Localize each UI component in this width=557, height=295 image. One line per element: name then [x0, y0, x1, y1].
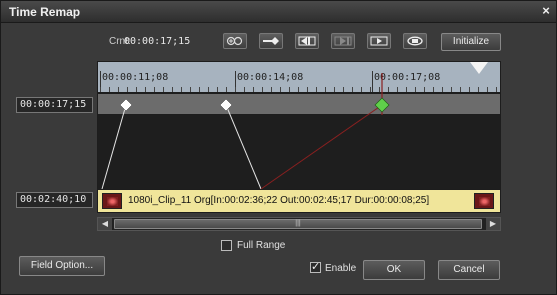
- horizontal-scrollbar[interactable]: ◀ ||| ▶: [97, 217, 501, 231]
- field-option-button[interactable]: Field Option...: [19, 256, 105, 276]
- clip-out-thumbnail: [474, 193, 494, 209]
- enable-checkbox[interactable]: [310, 260, 321, 273]
- remap-curve-segment: [101, 104, 127, 190]
- clip-in-thumbnail: [102, 193, 122, 209]
- scroll-left-icon[interactable]: ◀: [98, 218, 112, 230]
- scrollbar-thumb[interactable]: |||: [114, 219, 482, 229]
- time-remap-dialog: Time Remap × Crnt: 00:00:17;15 Initializ…: [0, 0, 557, 295]
- selected-keyframe-marker[interactable]: [374, 97, 390, 113]
- scroll-right-icon[interactable]: ▶: [486, 218, 500, 230]
- keyframe-marker[interactable]: [119, 98, 133, 112]
- enable-label: Enable: [325, 263, 357, 274]
- full-range-checkbox[interactable]: [221, 240, 232, 251]
- grip-icon: |||: [295, 220, 301, 227]
- cancel-button[interactable]: Cancel: [438, 260, 500, 280]
- ok-button[interactable]: OK: [363, 260, 425, 280]
- keyframe-marker[interactable]: [219, 98, 233, 112]
- clip-label: 1080i_Clip_11 Org[In:00:02:36;22 Out:00:…: [128, 195, 430, 206]
- remap-curve-segment: [225, 104, 262, 190]
- clip-bar[interactable]: 1080i_Clip_11 Org[In:00:02:36;22 Out:00:…: [97, 189, 501, 213]
- full-range-label: Full Range: [237, 240, 286, 251]
- remap-curve-segment: [260, 104, 383, 190]
